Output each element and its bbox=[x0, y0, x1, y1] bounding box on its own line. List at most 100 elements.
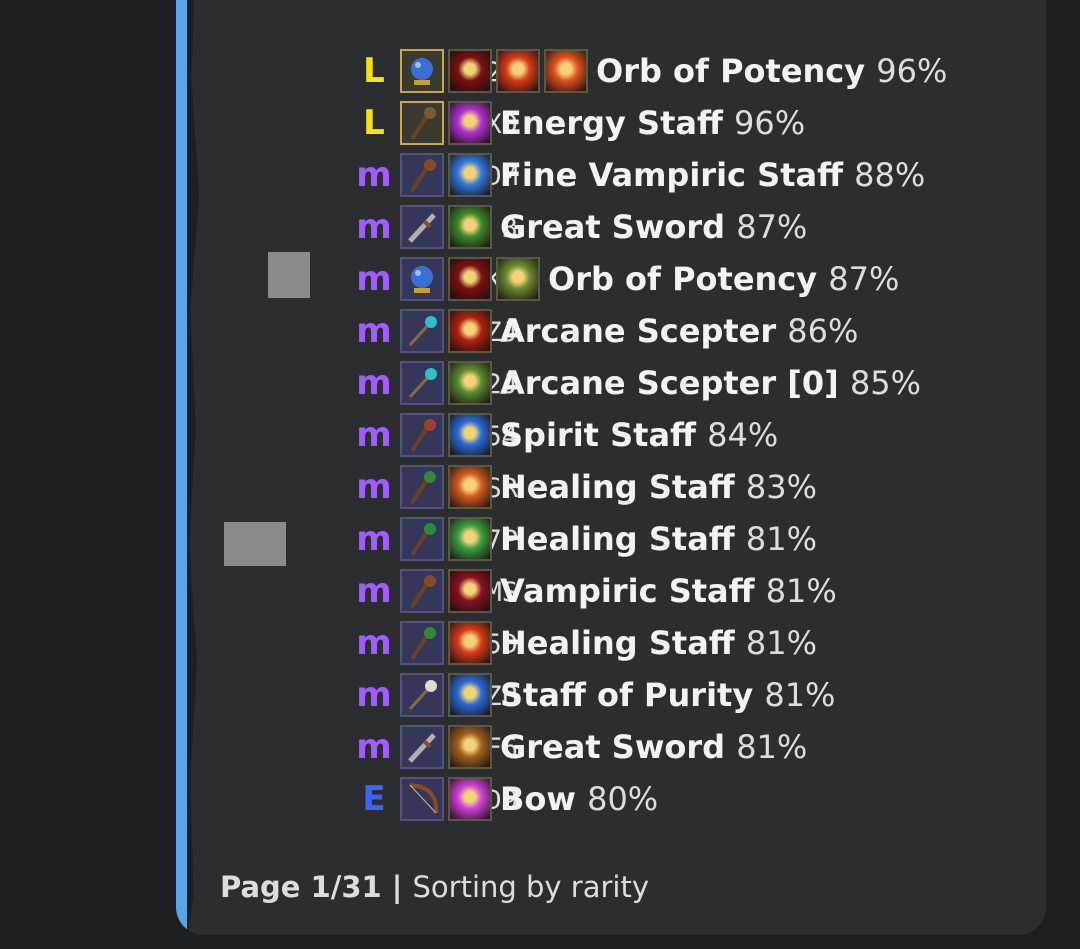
rarity-icon: m bbox=[356, 415, 392, 455]
enchant-icon bbox=[448, 205, 492, 249]
item-row: F6 m Great Sword 81% bbox=[176, 723, 1046, 775]
rarity-icon: E bbox=[362, 779, 386, 819]
item-percent: 81% bbox=[745, 520, 817, 558]
item-row: DM m Fine Vampiric Staff 88% bbox=[176, 151, 1046, 203]
item-name: Healing Staff bbox=[500, 520, 746, 558]
item-row: 2J m Arcane Scepter [0] 85% bbox=[176, 359, 1046, 411]
sort-indicator: Sorting by rarity bbox=[412, 870, 650, 904]
item-name: Spirit Staff bbox=[500, 416, 708, 454]
item-name: Staff of Purity bbox=[500, 676, 765, 714]
item-label: Spirit Staff 84% bbox=[500, 416, 778, 454]
staff-weapon-icon bbox=[400, 413, 444, 457]
rarity-icon: m bbox=[356, 675, 392, 715]
item-row: 3 m Great Sword 87% bbox=[176, 203, 1046, 255]
footer-separator: | bbox=[391, 870, 413, 904]
orb-weapon-icon bbox=[400, 49, 444, 93]
rarity-icon: L bbox=[363, 51, 385, 91]
item-name: Healing Staff bbox=[500, 468, 746, 506]
item-icons: E bbox=[352, 777, 492, 821]
staff-weapon-icon bbox=[400, 101, 444, 145]
item-percent: 83% bbox=[745, 468, 817, 506]
item-row: IMS m Vampiric Staff 81% bbox=[176, 567, 1046, 619]
embed-footer: Page 1/31 | Sorting by rarity bbox=[220, 870, 649, 904]
enchant-icon bbox=[448, 569, 492, 613]
item-percent: 80% bbox=[587, 780, 659, 818]
item-percent: 81% bbox=[765, 572, 837, 610]
item-row: L7P m Healing Staff 81% bbox=[176, 515, 1046, 567]
item-percent: 81% bbox=[736, 728, 808, 766]
item-row: ZB m Staff of Purity 81% bbox=[176, 671, 1046, 723]
enchant-icon bbox=[496, 257, 540, 301]
item-icons: m bbox=[352, 621, 492, 665]
item-name: Orb of Potency bbox=[548, 260, 829, 298]
enchant-icon bbox=[448, 621, 492, 665]
item-label: Healing Staff 81% bbox=[500, 520, 817, 558]
rarity-icon: m bbox=[356, 623, 392, 663]
bow-weapon-icon bbox=[400, 777, 444, 821]
item-label: Bow 80% bbox=[500, 780, 658, 818]
rarity-icon: m bbox=[356, 311, 392, 351]
enchant-icon bbox=[448, 309, 492, 353]
staff-weapon-icon bbox=[400, 465, 444, 509]
item-name: Great Sword bbox=[500, 208, 737, 246]
item-label: Arcane Scepter 86% bbox=[500, 312, 858, 350]
item-label: Healing Staff 83% bbox=[500, 468, 817, 506]
item-percent: 81% bbox=[745, 624, 817, 662]
enchant-icon bbox=[496, 49, 540, 93]
item-icons: m bbox=[352, 153, 492, 197]
staff-weapon-icon bbox=[400, 517, 444, 561]
item-percent: 96% bbox=[734, 104, 806, 142]
item-percent: 96% bbox=[876, 52, 948, 90]
staff-weapon-icon bbox=[400, 153, 444, 197]
item-percent: 87% bbox=[828, 260, 900, 298]
item-icons: m bbox=[352, 673, 492, 717]
embed-card: J2U L Orb of Potency 96% GXD L Energy Staff 9… bbox=[176, 0, 1046, 935]
rarity-icon: m bbox=[356, 519, 392, 559]
item-name: Vampiric Staff bbox=[500, 572, 766, 610]
rarity-icon: m bbox=[356, 467, 392, 507]
staff-weapon-icon bbox=[400, 569, 444, 613]
item-name: Great Sword bbox=[500, 728, 737, 766]
rarity-icon: m bbox=[356, 207, 392, 247]
enchant-icon bbox=[448, 101, 492, 145]
item-percent: 81% bbox=[764, 676, 836, 714]
item-percent: 84% bbox=[707, 416, 779, 454]
item-name: Energy Staff bbox=[500, 104, 735, 142]
item-icons: L bbox=[352, 49, 588, 93]
rarity-icon: m bbox=[356, 571, 392, 611]
item-icons: m bbox=[352, 205, 492, 249]
item-label: Fine Vampiric Staff 88% bbox=[500, 156, 925, 194]
item-row: ZJ m Arcane Scepter 86% bbox=[176, 307, 1046, 359]
scepter-weapon-icon bbox=[400, 673, 444, 717]
scepter-weapon-icon bbox=[400, 309, 444, 353]
item-row: 54 m Spirit Staff 84% bbox=[176, 411, 1046, 463]
censor-block bbox=[268, 252, 310, 298]
enchant-icon bbox=[448, 465, 492, 509]
item-label: Vampiric Staff 81% bbox=[500, 572, 837, 610]
item-row: AD9 E Bow 80% bbox=[176, 775, 1046, 827]
item-row: KSR m Healing Staff 83% bbox=[176, 463, 1046, 515]
item-icons: m bbox=[352, 257, 540, 301]
scepter-weapon-icon bbox=[400, 361, 444, 405]
item-icons: m bbox=[352, 309, 492, 353]
page-indicator: Page 1/31 bbox=[220, 870, 392, 904]
item-icons: m bbox=[352, 517, 492, 561]
item-name: Fine Vampiric Staff bbox=[500, 156, 855, 194]
item-percent: 87% bbox=[736, 208, 808, 246]
sword-weapon-icon bbox=[400, 205, 444, 249]
item-percent: 85% bbox=[849, 364, 922, 402]
item-percent: 88% bbox=[854, 156, 926, 194]
censor-block bbox=[224, 522, 286, 566]
enchant-icon bbox=[448, 725, 492, 769]
item-name: Arcane Scepter bbox=[500, 312, 788, 350]
item-row: GXD L Energy Staff 96% bbox=[176, 99, 1046, 151]
item-icons: m bbox=[352, 361, 492, 405]
item-icons: m bbox=[352, 569, 492, 613]
item-percent: 86% bbox=[787, 312, 859, 350]
rarity-icon: m bbox=[356, 259, 392, 299]
item-label: Healing Staff 81% bbox=[500, 624, 817, 662]
enchant-icon bbox=[448, 257, 492, 301]
rarity-icon: m bbox=[356, 363, 392, 403]
rarity-icon: L bbox=[363, 103, 385, 143]
enchant-icon bbox=[448, 777, 492, 821]
